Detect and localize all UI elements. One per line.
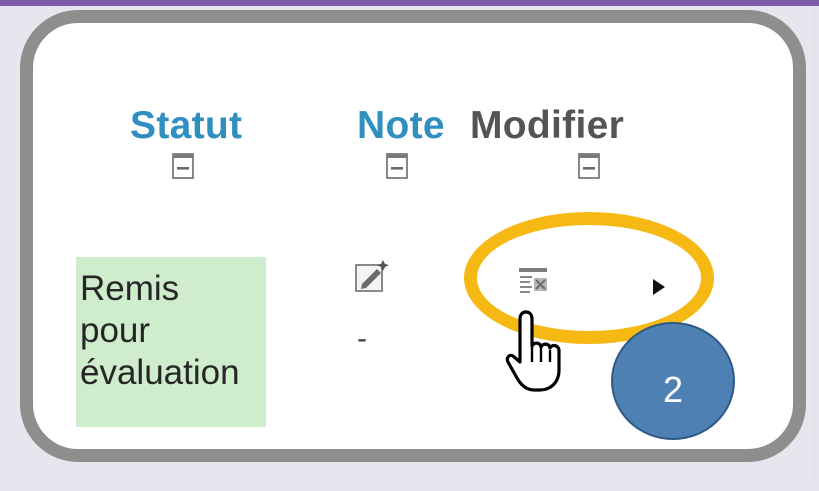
- grade-value: -: [357, 322, 367, 355]
- edit-grade-icon[interactable]: [352, 257, 392, 297]
- column-header-edit: Modifier: [470, 104, 625, 147]
- step-badge: 2: [611, 322, 735, 440]
- column-header-grade[interactable]: Note: [357, 103, 445, 149]
- collapse-column-icon[interactable]: [172, 153, 194, 179]
- hand-pointer-icon: [505, 310, 561, 392]
- status-text: Remis pour évaluation: [80, 269, 240, 392]
- collapse-column-icon[interactable]: [386, 153, 408, 179]
- column-header-status[interactable]: Statut: [130, 103, 242, 149]
- collapse-column-icon[interactable]: [578, 153, 600, 179]
- top-accent-bar: [0, 0, 819, 6]
